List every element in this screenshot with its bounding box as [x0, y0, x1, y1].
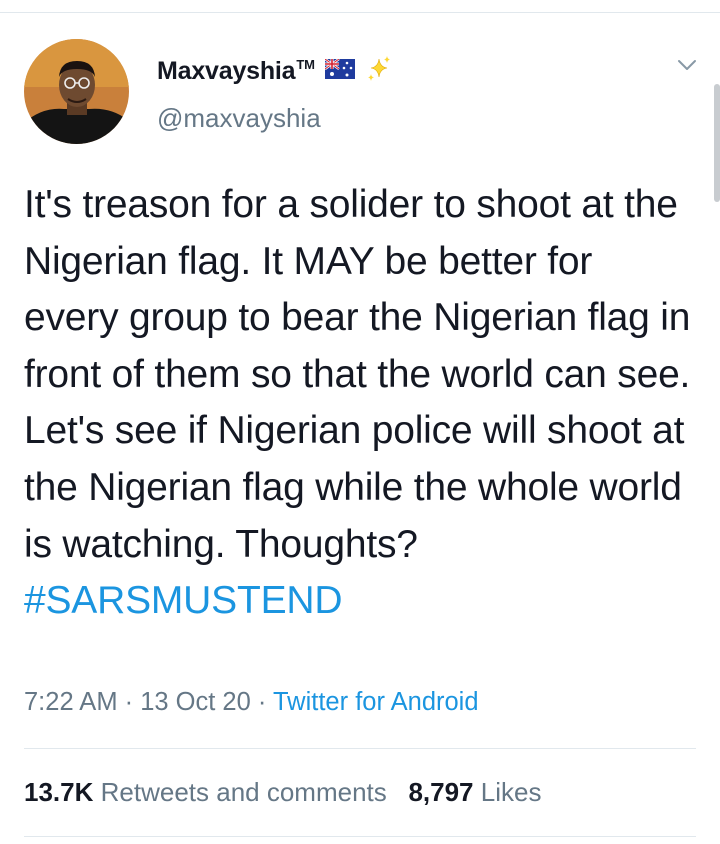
retweets-stat[interactable]: 13.7K Retweets and comments	[24, 777, 387, 807]
stats-divider-bottom	[24, 836, 696, 837]
sparkles-icon	[365, 55, 393, 88]
tweet-text: It's treason for a solider to shoot at t…	[24, 177, 694, 630]
likes-count: 8,797	[408, 777, 474, 807]
display-name[interactable]: MaxvayshiaTM	[157, 57, 315, 86]
retweets-label: Retweets and comments	[100, 777, 387, 807]
top-divider	[0, 12, 720, 13]
tweet-time: 7:22 AM	[24, 688, 118, 716]
engagement-stats: 13.7K Retweets and comments 8,797 Likes	[24, 777, 541, 808]
author-name-row[interactable]: MaxvayshiaTM	[157, 55, 393, 88]
australia-flag-icon	[324, 57, 355, 84]
retweets-count: 13.7K	[24, 777, 94, 807]
meta-separator: ·	[250, 688, 274, 716]
avatar[interactable]	[24, 39, 129, 144]
stats-divider-top	[24, 748, 696, 749]
likes-label: Likes	[480, 777, 542, 807]
tweet-body-text: It's treason for a solider to shoot at t…	[24, 183, 691, 566]
tweet-date: 13 Oct 20	[140, 688, 251, 716]
likes-stat[interactable]: 8,797 Likes	[408, 777, 541, 807]
source-app-link[interactable]: Twitter for Android	[273, 688, 479, 716]
trademark-mark: TM	[296, 57, 315, 73]
hashtag-link[interactable]: #SARSMUSTEND	[24, 573, 694, 630]
user-handle[interactable]: @maxvayshia	[157, 103, 321, 134]
meta-separator: ·	[117, 688, 141, 716]
display-name-text: Maxvayshia	[157, 56, 296, 85]
scrollbar-thumb[interactable]	[714, 84, 720, 202]
tweet-metadata: 7:22 AM · 13 Oct 20 · Twitter for Androi…	[24, 688, 479, 717]
chevron-down-icon[interactable]	[676, 54, 698, 76]
